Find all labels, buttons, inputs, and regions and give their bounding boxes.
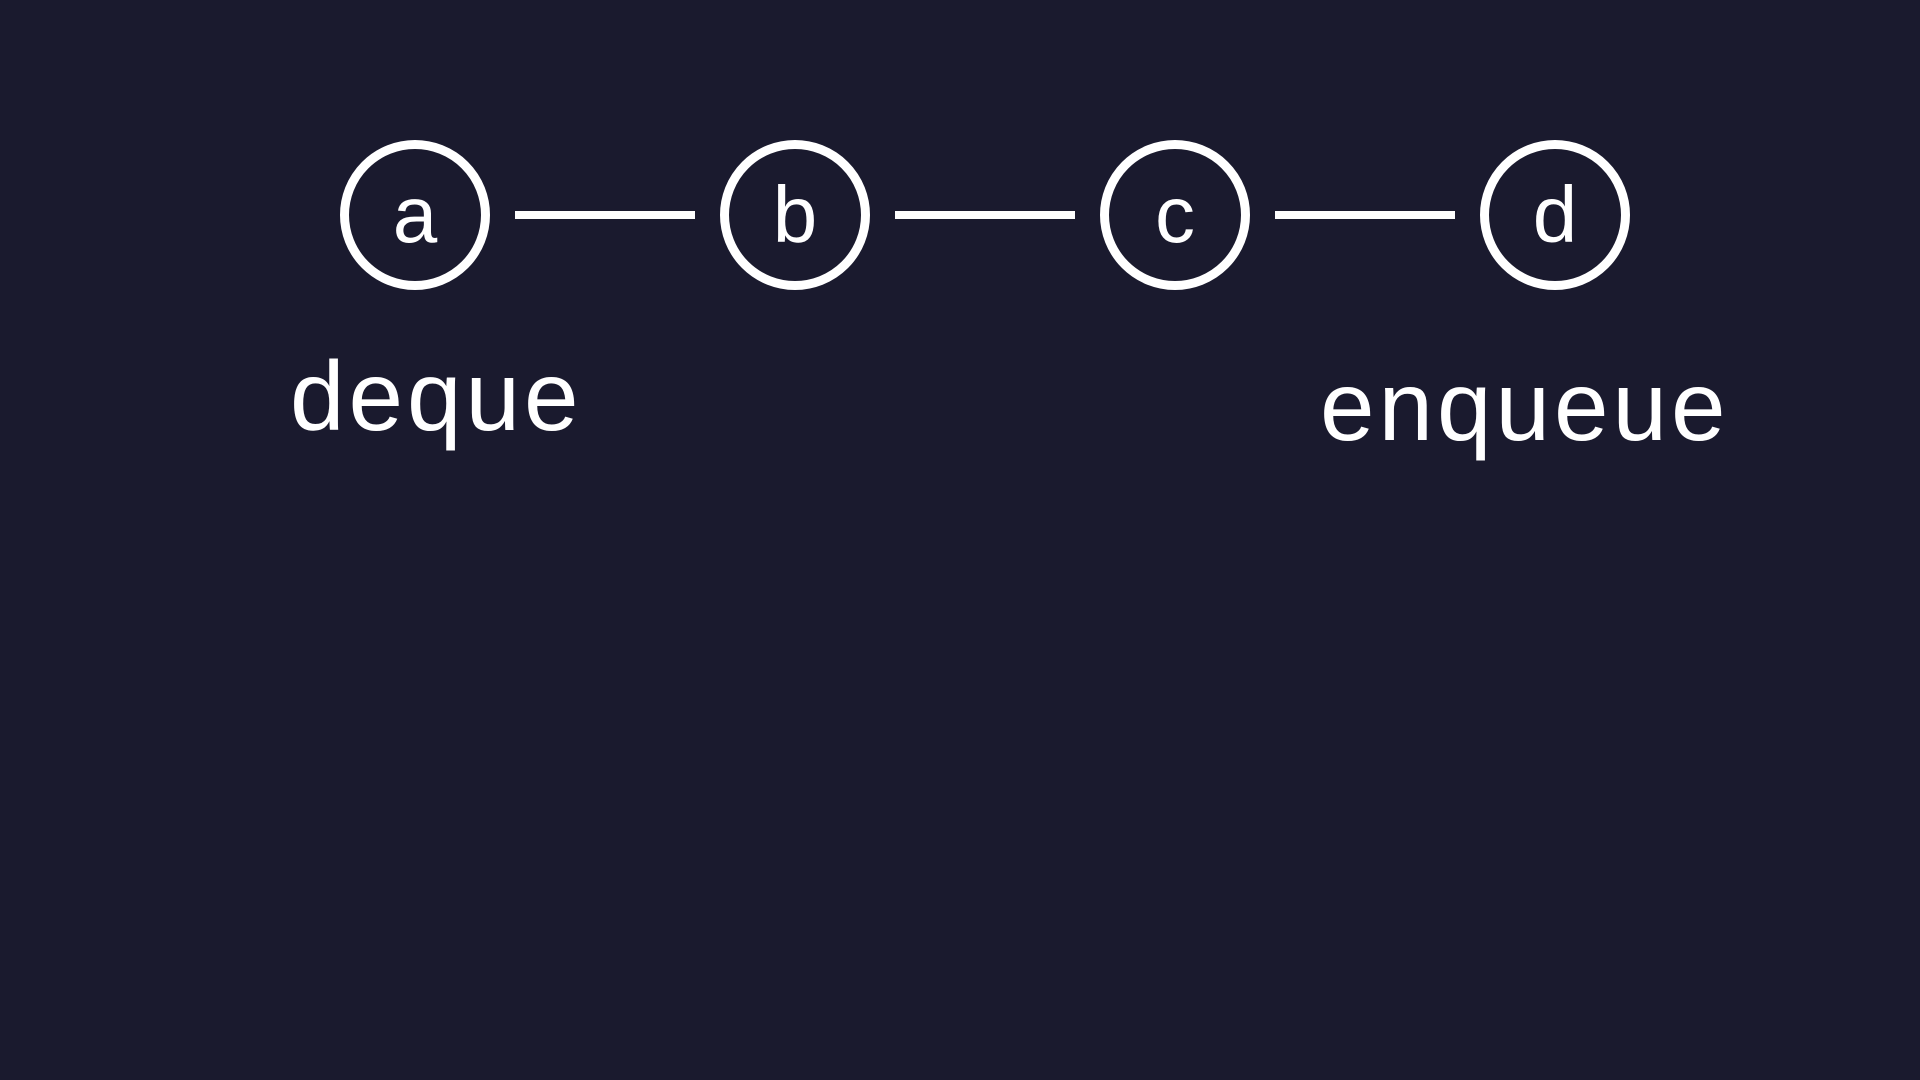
edge-c-d xyxy=(1275,211,1455,219)
node-d: d xyxy=(1480,140,1630,290)
node-label: a xyxy=(393,169,438,261)
node-b: b xyxy=(720,140,870,290)
node-label: c xyxy=(1155,169,1195,261)
edge-b-c xyxy=(895,211,1075,219)
queue-diagram: a b c d xyxy=(340,140,1630,290)
node-c: c xyxy=(1100,140,1250,290)
enqueue-label: enqueue xyxy=(1320,350,1730,463)
node-label: d xyxy=(1533,169,1578,261)
deque-label: deque xyxy=(290,340,583,453)
edge-a-b xyxy=(515,211,695,219)
node-a: a xyxy=(340,140,490,290)
node-label: b xyxy=(773,169,818,261)
